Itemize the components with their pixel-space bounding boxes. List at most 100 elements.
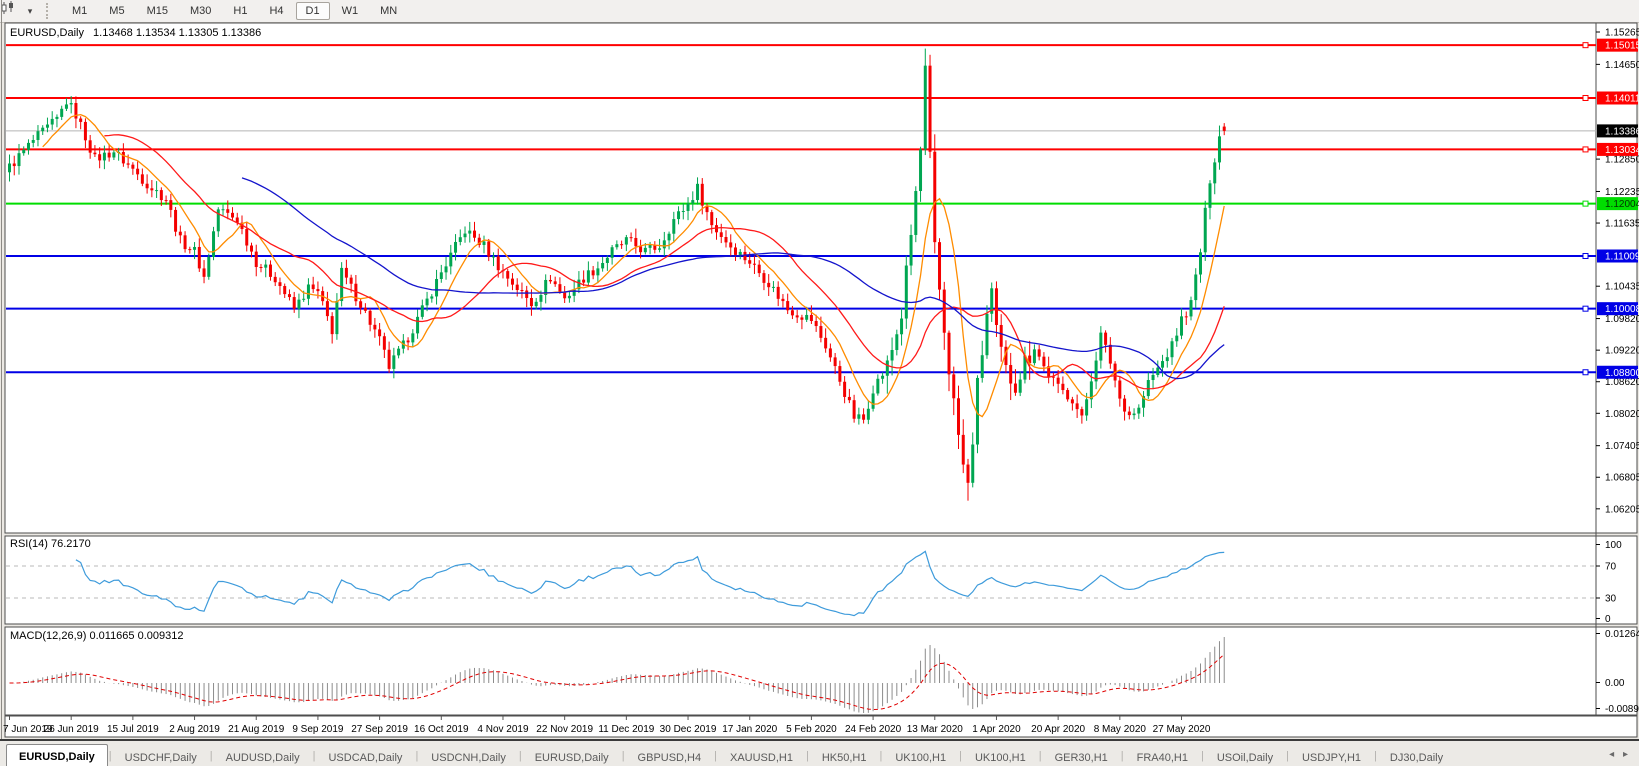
chart-tab-XAUUSD-H1[interactable]: XAUUSD,H1 <box>718 747 805 766</box>
line-handle[interactable] <box>1583 201 1588 206</box>
candle-body <box>611 247 614 258</box>
candle-body <box>848 397 851 400</box>
line-handle[interactable] <box>1583 43 1588 48</box>
candle-body <box>127 163 130 164</box>
candle-body <box>767 283 770 287</box>
chart-tab-UK100-H1[interactable]: UK100,H1 <box>883 747 958 766</box>
candle-body <box>141 174 144 183</box>
candle-body <box>445 266 448 272</box>
chart-tab-USOil-Daily[interactable]: USOil,Daily <box>1205 747 1285 766</box>
chart-tab-EURUSD-Daily[interactable]: EURUSD,Daily <box>523 747 621 766</box>
candle-body <box>407 341 410 343</box>
candle-body <box>269 265 272 277</box>
svg-text:1.10008: 1.10008 <box>1605 304 1639 315</box>
price-tick-label: 1.09220 <box>1605 346 1639 357</box>
chart-tab-EURUSD-Daily[interactable]: EURUSD,Daily <box>6 744 108 766</box>
candle-body <box>1185 316 1188 317</box>
candle-body <box>549 280 552 281</box>
level-price-label[interactable]: 1.08800 <box>1597 366 1639 379</box>
tab-separator: | <box>622 750 625 762</box>
tab-separator: | <box>1286 750 1289 762</box>
candle-body <box>1204 208 1207 252</box>
panel-border[interactable] <box>5 536 1637 624</box>
candle-body <box>658 248 661 249</box>
candle-body <box>1208 183 1211 207</box>
chart-tab-USDCAD-Daily[interactable]: USDCAD,Daily <box>316 747 414 766</box>
date-label: 13 Mar 2020 <box>907 724 964 735</box>
candle-body <box>729 242 732 247</box>
chart-tab-AUDUSD-Daily[interactable]: AUDUSD,Daily <box>214 747 312 766</box>
candle-body <box>649 245 652 248</box>
panel-border[interactable] <box>5 23 1637 533</box>
candle-body <box>1019 380 1022 393</box>
candle-body <box>971 445 974 483</box>
candle-body <box>136 169 139 175</box>
date-label: 4 Nov 2019 <box>477 724 529 735</box>
candle-body <box>539 295 542 302</box>
candle-body <box>440 272 443 279</box>
candle-body <box>212 231 215 257</box>
candle-body <box>108 153 111 158</box>
chevron-right-icon[interactable]: ▸ <box>1620 749 1631 760</box>
chart-tab-GER30-H1[interactable]: GER30,H1 <box>1043 747 1120 766</box>
candle-body <box>910 235 913 266</box>
line-handle[interactable] <box>1583 253 1588 258</box>
candle-body <box>255 252 258 267</box>
rsi-axis-label: 30 <box>1605 594 1617 605</box>
chart-tab-USDCHF-Daily[interactable]: USDCHF,Daily <box>113 747 209 766</box>
candle-body <box>250 246 253 252</box>
candle-body <box>1137 408 1140 414</box>
candle-body <box>724 237 727 242</box>
level-price-label[interactable]: 1.11009 <box>1597 249 1639 262</box>
chart-tab-USDCNH-Daily[interactable]: USDCNH,Daily <box>419 747 518 766</box>
line-handle[interactable] <box>1583 370 1588 375</box>
candle-body <box>345 268 348 278</box>
level-price-label[interactable]: 1.10008 <box>1597 302 1639 315</box>
candle-body <box>644 248 647 252</box>
chart-tab-FRA40-H1[interactable]: FRA40,H1 <box>1125 747 1200 766</box>
candle-body <box>1161 361 1164 368</box>
chevron-left-icon[interactable]: ◂ <box>1606 749 1617 760</box>
candle-body <box>1076 403 1079 409</box>
candle-body <box>288 294 291 297</box>
chart-tab-HK50-H1[interactable]: HK50,H1 <box>810 747 879 766</box>
chart-tab-DJ30-Daily[interactable]: DJ30,Daily <box>1378 747 1455 766</box>
level-price-label[interactable]: 1.14011 <box>1597 91 1639 104</box>
tab-separator: | <box>1374 750 1377 762</box>
candle-body <box>929 66 932 152</box>
chart-tab-GBPUSD-H4[interactable]: GBPUSD,H4 <box>626 747 714 766</box>
level-price-label[interactable]: 1.15015 <box>1597 39 1639 52</box>
candle-body <box>179 232 182 236</box>
candle-body <box>169 200 172 210</box>
chart-tab-USDJPY-H1[interactable]: USDJPY,H1 <box>1290 747 1373 766</box>
candle-body <box>22 150 25 153</box>
candle-body <box>843 382 846 397</box>
line-handle[interactable] <box>1583 147 1588 152</box>
candle-body <box>696 184 699 200</box>
panel-border[interactable] <box>5 627 1637 715</box>
candle-body <box>283 286 286 294</box>
candle-body <box>383 336 386 350</box>
candle-body <box>89 140 92 152</box>
candle-body <box>1033 349 1036 363</box>
candle-body <box>786 301 789 310</box>
tab-separator: | <box>1121 750 1124 762</box>
candle-body <box>701 184 704 206</box>
candle-body <box>70 103 73 104</box>
candle-body <box>112 152 115 157</box>
line-handle[interactable] <box>1583 306 1588 311</box>
price-tick-label: 1.06805 <box>1605 473 1639 484</box>
level-price-label[interactable]: 1.12004 <box>1597 197 1639 210</box>
candle-body <box>615 244 618 247</box>
date-label: 9 Sep 2019 <box>292 724 344 735</box>
tab-separator: | <box>519 750 522 762</box>
line-handle[interactable] <box>1583 95 1588 100</box>
candle-body <box>430 296 433 298</box>
candle-body <box>857 414 860 418</box>
level-price-label[interactable]: 1.13034 <box>1597 143 1639 156</box>
candle-body <box>388 350 391 369</box>
current-price-label[interactable]: 1.13386 <box>1597 124 1639 137</box>
candle-body <box>297 300 300 309</box>
candle-body <box>668 234 671 241</box>
chart-tab-UK100-H1[interactable]: UK100,H1 <box>963 747 1038 766</box>
